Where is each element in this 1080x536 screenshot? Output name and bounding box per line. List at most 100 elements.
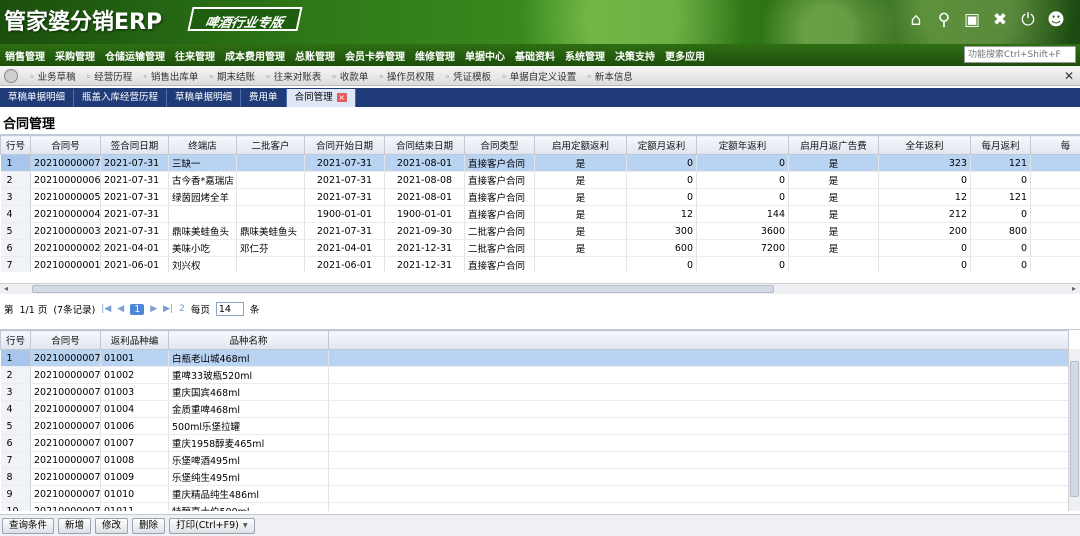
prev-page-icon[interactable]: ◀: [117, 304, 124, 314]
quick-doc-settings[interactable]: 单据自定义设置: [496, 69, 581, 83]
contract-header-10[interactable]: 定额年返利: [696, 135, 789, 155]
item-header-0[interactable]: 行号: [0, 330, 31, 350]
query-button[interactable]: 查询条件: [2, 517, 55, 534]
menu-purchase[interactable]: 采购管理: [50, 48, 100, 63]
menu-documents[interactable]: 单据中心: [460, 48, 510, 63]
scroll-left-icon[interactable]: ◂: [4, 284, 8, 293]
menu-member[interactable]: 会员卡券管理: [340, 48, 410, 63]
page-2-button[interactable]: 2: [179, 304, 185, 314]
last-page-icon[interactable]: ▶|: [163, 304, 173, 314]
item-cell: 01007: [100, 434, 169, 452]
table-row[interactable]: 5 20210000007 01006 500ml乐堡拉罐: [0, 417, 1069, 435]
menu-accounts[interactable]: 往来管理: [170, 48, 220, 63]
menu-cost[interactable]: 成本费用管理: [220, 48, 290, 63]
menu-system[interactable]: 系统管理: [560, 48, 610, 63]
item-filler-cell: [328, 383, 1069, 401]
table-row[interactable]: 5 20210000003 2021-07-31 鼎味美蛙鱼头 鼎味美蛙鱼头 2021-0…: [0, 222, 1080, 240]
power-icon[interactable]: ⏻: [1018, 10, 1038, 30]
contract-header-1[interactable]: 合同号: [30, 135, 101, 155]
item-header-2[interactable]: 返利品种编: [100, 330, 169, 350]
contract-cell: 是: [788, 239, 879, 257]
menu-ledger[interactable]: 总账管理: [290, 48, 340, 63]
table-row[interactable]: 3 20210000005 2021-07-31 绿茵园烤全羊 2021-07-31 20…: [0, 188, 1080, 206]
contract-cell: 20210000002: [30, 239, 101, 257]
tab-expense[interactable]: 费用单: [241, 89, 287, 107]
function-search-input[interactable]: [964, 46, 1076, 63]
menu-repair[interactable]: 维修管理: [410, 48, 460, 63]
tab-contract-management[interactable]: 合同管理 ×: [286, 89, 356, 107]
add-button[interactable]: 新增: [58, 517, 92, 534]
menu-warehouse[interactable]: 仓储运输管理: [100, 48, 170, 63]
tab-close-icon[interactable]: ×: [336, 93, 347, 102]
contract-header-3[interactable]: 终端店: [168, 135, 237, 155]
quick-version-info[interactable]: 新本信息: [581, 69, 638, 83]
table-row[interactable]: 1 20210000007 01001 白瓶老山城468ml: [0, 349, 1069, 367]
menu-sales[interactable]: 销售管理: [0, 48, 50, 63]
contract-header-4[interactable]: 二批客户: [236, 135, 305, 155]
print-button[interactable]: 打印(Ctrl+F9) ▾: [169, 517, 255, 534]
first-page-icon[interactable]: |◀: [101, 304, 111, 314]
scroll-right-icon[interactable]: ▸: [1072, 284, 1076, 293]
contract-header-5[interactable]: 合同开始日期: [304, 135, 385, 155]
quickbar-close-icon[interactable]: ✕: [1064, 69, 1074, 83]
contract-header-2[interactable]: 签合同日期: [100, 135, 169, 155]
quickbar-home-icon[interactable]: [4, 68, 18, 83]
table-row[interactable]: 7 20210000007 01008 乐堡啤酒495ml: [0, 451, 1069, 469]
quick-reconcile[interactable]: 往来对账表: [260, 69, 326, 83]
table-row[interactable]: 9 20210000007 01010 重庆精品纯生486ml: [0, 485, 1069, 503]
item-header-3[interactable]: 品种名称: [168, 330, 329, 350]
quick-draft[interactable]: 业务草稿: [24, 69, 81, 83]
table-row[interactable]: 2 20210000007 01002 重啤33玻瓶520ml: [0, 366, 1069, 384]
quick-period-close[interactable]: 期末结账: [203, 69, 260, 83]
scroll-thumb[interactable]: [1070, 361, 1079, 497]
close-icon[interactable]: ✖: [990, 10, 1010, 30]
table-row[interactable]: 102021000000701011特醇嘉士伯500ml: [0, 502, 1069, 511]
quick-receipt[interactable]: 收款单: [326, 69, 373, 83]
table-row[interactable]: 7 20210000001 2021-06-01 刘兴权 2021-06-01 2021-…: [0, 256, 1080, 272]
quick-sales-out[interactable]: 销售出库单: [137, 69, 203, 83]
scroll-thumb[interactable]: [32, 285, 774, 293]
chevron-down-icon[interactable]: ▾: [243, 520, 248, 531]
contract-header-14[interactable]: 每: [1030, 135, 1080, 155]
contract-header-6[interactable]: 合同结束日期: [384, 135, 465, 155]
table-row[interactable]: 3 20210000007 01003 重庆国宾468ml: [0, 383, 1069, 401]
contract-header-8[interactable]: 启用定额返利: [534, 135, 627, 155]
table-row[interactable]: 8 20210000007 01009 乐堡纯生495ml: [0, 468, 1069, 486]
contract-header-7[interactable]: 合同类型: [464, 135, 535, 155]
edit-button[interactable]: 修改: [95, 517, 129, 534]
horizontal-scrollbar[interactable]: ◂ ▸: [0, 283, 1080, 294]
page-1-button[interactable]: 1: [130, 303, 145, 315]
item-header-1[interactable]: 合同号: [30, 330, 101, 350]
table-row[interactable]: 2 20210000006 2021-07-31 古今香*嘉瑞店 2021-07-31 2…: [0, 171, 1080, 189]
menu-decision[interactable]: 决策支持: [610, 48, 660, 63]
contract-cell: 2021-07-31: [100, 171, 169, 189]
contract-header-0[interactable]: 行号: [0, 135, 31, 155]
contract-header-9[interactable]: 定额月返利: [626, 135, 697, 155]
contract-cell: 绿茵园烤全羊: [168, 188, 237, 206]
table-row[interactable]: 6 20210000002 2021-04-01 美味小吃 邓仁芬 2021-04-01 2…: [0, 239, 1080, 257]
quick-permissions[interactable]: 操作员权限: [373, 69, 439, 83]
contract-header-11[interactable]: 启用月返广告费: [788, 135, 879, 155]
menu-basic-data[interactable]: 基础资料: [510, 48, 560, 63]
table-row[interactable]: 4 20210000007 01004 金质重啤468ml: [0, 400, 1069, 418]
vertical-scrollbar[interactable]: [1068, 349, 1080, 511]
next-page-icon[interactable]: ▶: [150, 304, 157, 314]
page-size-input[interactable]: [215, 302, 244, 316]
table-row[interactable]: 4 20210000004 2021-07-31 1900-01-01 1900-01-…: [0, 205, 1080, 223]
bicycle-icon[interactable]: ⚲: [934, 10, 954, 30]
tab-draft-details[interactable]: 草稿单据明细: [0, 89, 75, 107]
lock-icon[interactable]: ▣: [962, 10, 982, 30]
tab-cap-history[interactable]: 瓶盖入库经营历程: [74, 89, 168, 107]
contract-header-13[interactable]: 每月返利: [970, 135, 1031, 155]
quick-history[interactable]: 经营历程: [81, 69, 138, 83]
delete-button[interactable]: 删除: [132, 517, 166, 534]
menu-more[interactable]: 更多应用: [660, 48, 710, 63]
contract-header-12[interactable]: 全年返利: [878, 135, 971, 155]
table-row[interactable]: 1 20210000007 2021-07-31 三缺一 2021-07-31 2021-…: [0, 154, 1080, 172]
table-row[interactable]: 6 20210000007 01007 重庆1958醇麦465ml: [0, 434, 1069, 452]
user-icon[interactable]: ☻: [1046, 10, 1066, 30]
quick-voucher-template[interactable]: 凭证模板: [439, 69, 496, 83]
item-cell: 8: [0, 468, 31, 486]
tab-draft-details-2[interactable]: 草稿单据明细: [167, 89, 242, 107]
home-icon[interactable]: ⌂: [906, 10, 926, 30]
